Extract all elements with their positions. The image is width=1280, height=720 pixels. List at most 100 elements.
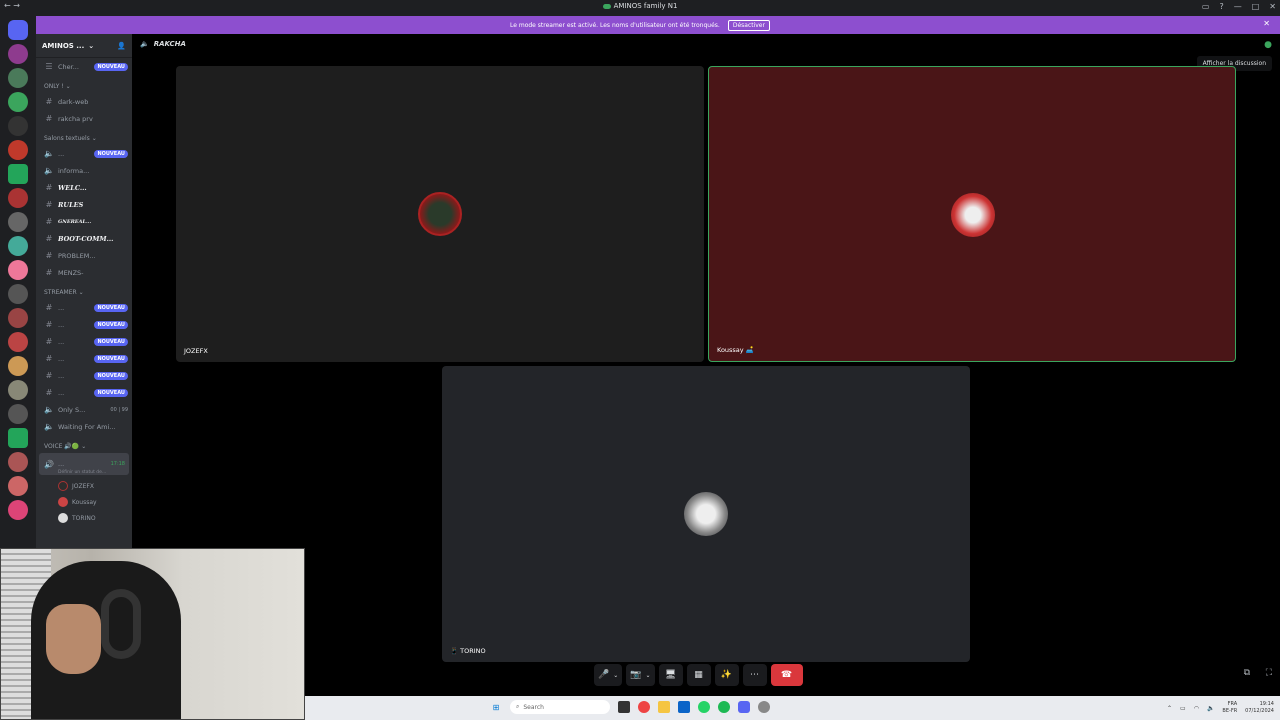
microphone-icon: 🎤 bbox=[598, 670, 610, 680]
screen-share-icon: 🖥 bbox=[664, 670, 677, 680]
speaker-icon: 🔈 bbox=[44, 166, 54, 175]
server-icon[interactable] bbox=[8, 140, 28, 160]
camera-button[interactable]: 📷 ⌄ bbox=[626, 664, 655, 686]
volume-icon[interactable]: 🔈 bbox=[1207, 705, 1214, 712]
task-view-icon[interactable] bbox=[618, 701, 630, 713]
chevron-up-icon[interactable]: ⌃ bbox=[1167, 705, 1172, 712]
discord-icon[interactable] bbox=[738, 701, 750, 713]
voice-member[interactable]: TORINO bbox=[36, 510, 132, 526]
text-channel[interactable]: # MENZS- bbox=[36, 264, 132, 281]
battery-icon[interactable]: ▭ bbox=[1180, 705, 1186, 712]
server-icon[interactable] bbox=[8, 236, 28, 256]
server-icon[interactable] bbox=[8, 68, 28, 88]
server-icon[interactable] bbox=[8, 428, 28, 448]
chrome-icon[interactable] bbox=[638, 701, 650, 713]
taskbar-search[interactable]: ⌕ Search bbox=[510, 700, 610, 714]
text-channel[interactable]: # PROBLEM... bbox=[36, 247, 132, 264]
maximize-button[interactable]: □ bbox=[1252, 2, 1260, 11]
speaker-icon: 🔈 bbox=[44, 405, 54, 414]
windows-start-icon[interactable]: ⊞ bbox=[490, 701, 502, 713]
soundboard-button[interactable]: ✨ bbox=[714, 664, 739, 686]
server-icon[interactable] bbox=[8, 212, 28, 232]
voice-member[interactable]: JOZEFX bbox=[36, 478, 132, 494]
channel-rakcha-prv[interactable]: # rakcha prv bbox=[36, 110, 132, 127]
text-channel[interactable]: 🔈... NOUVEAU bbox=[36, 145, 132, 162]
avatar bbox=[951, 193, 995, 237]
server-icon[interactable] bbox=[8, 188, 28, 208]
wifi-icon[interactable]: ◠ bbox=[1194, 705, 1199, 712]
server-icon[interactable] bbox=[8, 404, 28, 424]
text-channel[interactable]: # WELC... bbox=[36, 179, 132, 196]
streamer-channel[interactable]: #... NOUVEAU bbox=[36, 384, 132, 401]
voice-status[interactable]: Définir un statut de... bbox=[36, 470, 132, 475]
category-only[interactable]: ONLY ! ⌄ bbox=[36, 75, 132, 93]
voice-channel-only[interactable]: 🔈 Only S... 00 | 99 bbox=[36, 401, 132, 418]
streamer-channel[interactable]: #... NOUVEAU bbox=[36, 367, 132, 384]
server-icon[interactable] bbox=[8, 116, 28, 136]
chevron-down-icon: ⌄ bbox=[613, 671, 619, 679]
banner-close-icon[interactable]: ✕ bbox=[1263, 19, 1270, 28]
participant-tile-jozefx[interactable]: JOZEFX bbox=[176, 66, 704, 362]
browse-channels[interactable]: ☰ Cher... NOUVEAU bbox=[36, 58, 132, 75]
inbox-icon[interactable]: ▭ bbox=[1202, 2, 1210, 11]
server-header[interactable]: AMINOS ... ⌄ 👤 bbox=[36, 34, 132, 58]
channel-dark-web[interactable]: # dark-web bbox=[36, 93, 132, 110]
new-badge: NOUVEAU bbox=[94, 62, 128, 71]
clock[interactable]: 19:14 07/12/2024 bbox=[1245, 701, 1274, 715]
streamer-channel[interactable]: #... NOUVEAU bbox=[36, 316, 132, 333]
settings-icon[interactable] bbox=[758, 701, 770, 713]
server-icon[interactable] bbox=[8, 452, 28, 472]
popout-icon[interactable]: ⧉ bbox=[1244, 668, 1250, 678]
hashtag-icon: # bbox=[45, 303, 53, 312]
server-icon[interactable] bbox=[8, 356, 28, 376]
disconnect-button[interactable]: ☎ bbox=[770, 664, 803, 686]
server-icon[interactable] bbox=[8, 260, 28, 280]
screen-share-button[interactable]: 🖥 bbox=[658, 664, 683, 686]
voice-member[interactable]: Koussay bbox=[36, 494, 132, 510]
disable-streamer-button[interactable]: Désactiver bbox=[727, 19, 770, 31]
minimize-button[interactable]: — bbox=[1234, 2, 1242, 11]
text-channel[interactable]: 🔈 informa... bbox=[36, 162, 132, 179]
server-icon[interactable] bbox=[8, 332, 28, 352]
category-salons[interactable]: Salons textuels ⌄ bbox=[36, 127, 132, 145]
streamer-channel[interactable]: #... NOUVEAU bbox=[36, 350, 132, 367]
language-indicator[interactable]: FRA BE-FR bbox=[1222, 701, 1237, 715]
category-voice[interactable]: VOICE 🔊🟢 ⌄ bbox=[36, 435, 132, 453]
whatsapp-icon[interactable] bbox=[698, 701, 710, 713]
text-channel[interactable]: # BOOT-COMM... bbox=[36, 230, 132, 247]
server-icon[interactable] bbox=[8, 284, 28, 304]
channel-name: RAKCHA bbox=[153, 40, 186, 48]
more-options-button[interactable]: ⋯ bbox=[742, 664, 767, 686]
activities-button[interactable]: ▦ bbox=[686, 664, 711, 686]
close-button[interactable]: ✕ bbox=[1269, 2, 1276, 11]
text-channel[interactable]: # GNEREAL... bbox=[36, 213, 132, 230]
spotify-icon[interactable] bbox=[718, 701, 730, 713]
server-icon[interactable] bbox=[8, 44, 28, 64]
streamer-channel[interactable]: #... NOUVEAU bbox=[36, 333, 132, 350]
fullscreen-icon[interactable]: ⛶ bbox=[1266, 668, 1272, 678]
home-icon[interactable] bbox=[8, 20, 28, 40]
store-icon[interactable] bbox=[678, 701, 690, 713]
server-icon[interactable] bbox=[8, 92, 28, 112]
server-icon[interactable] bbox=[8, 476, 28, 496]
speaker-icon: 🔈 bbox=[44, 422, 54, 431]
server-icon[interactable] bbox=[8, 500, 28, 520]
voice-channel-waiting[interactable]: 🔈 Waiting For Ami... bbox=[36, 418, 132, 435]
participant-tile-torino[interactable]: 📱 TORINO bbox=[442, 366, 970, 662]
server-icon[interactable] bbox=[8, 164, 28, 184]
server-icon[interactable] bbox=[8, 308, 28, 328]
category-streamer[interactable]: STREAMER ⌄ bbox=[36, 281, 132, 299]
file-explorer-icon[interactable] bbox=[658, 701, 670, 713]
streamer-channel[interactable]: #... NOUVEAU bbox=[36, 299, 132, 316]
help-icon[interactable]: ? bbox=[1219, 2, 1223, 11]
server-icon[interactable] bbox=[8, 380, 28, 400]
hashtag-icon: # bbox=[45, 251, 53, 260]
hashtag-icon: # bbox=[45, 200, 53, 209]
microphone-button[interactable]: 🎤 ⌄ bbox=[594, 664, 623, 686]
participant-name: JOZEFX bbox=[184, 347, 208, 355]
chat-icon[interactable]: ● bbox=[1264, 40, 1272, 50]
new-badge: NOUVEAU bbox=[94, 303, 128, 312]
participant-tile-koussay[interactable]: Koussay 🛋️ bbox=[708, 66, 1236, 362]
text-channel[interactable]: # RULES bbox=[36, 196, 132, 213]
add-member-icon[interactable]: 👤 bbox=[117, 42, 126, 50]
